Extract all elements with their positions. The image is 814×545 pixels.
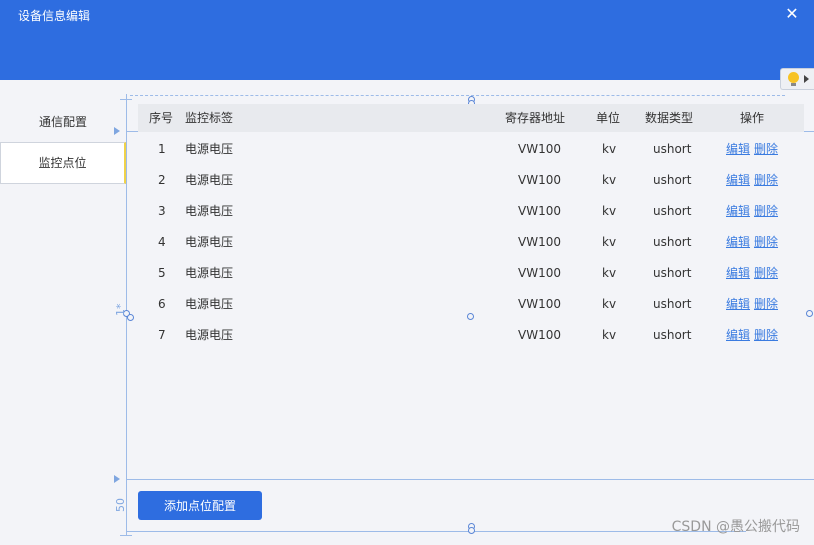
add-point-config-button[interactable]: 添加点位配置 — [138, 491, 262, 520]
cell-label: 电源电压 — [185, 266, 234, 280]
guide-tick-bottom — [120, 535, 132, 536]
delete-link[interactable]: 删除 — [754, 289, 778, 320]
resize-handle-right[interactable] — [806, 310, 813, 317]
table-row: 7 电源电压 VW100 kv ushort 编辑 删除 — [138, 320, 804, 351]
lightbulb-hint-button[interactable] — [780, 68, 814, 90]
lightbulb-base — [791, 83, 796, 86]
cell-address: VW100 — [518, 142, 561, 156]
cell-label: 电源电压 — [185, 204, 234, 218]
cell-address: VW100 — [518, 328, 561, 342]
cell-type: ushort — [653, 266, 692, 280]
cell-address: VW100 — [518, 173, 561, 187]
delete-link[interactable]: 删除 — [754, 134, 778, 165]
table-row: 5 电源电压 VW100 kv ushort 编辑 删除 — [138, 258, 804, 289]
table-row: 1 电源电压 VW100 kv ushort 编辑 删除 — [138, 134, 804, 165]
cell-address: VW100 — [518, 204, 561, 218]
cell-index: 2 — [158, 173, 166, 187]
edit-link[interactable]: 编辑 — [726, 134, 750, 165]
guide-line-bottom — [126, 479, 814, 480]
guide-line-top-dashed — [130, 95, 785, 96]
edit-link[interactable]: 编辑 — [726, 165, 750, 196]
cell-unit: kv — [602, 297, 617, 311]
edit-link[interactable]: 编辑 — [726, 289, 750, 320]
delete-link[interactable]: 删除 — [754, 165, 778, 196]
table-row: 6 电源电压 VW100 kv ushort 编辑 删除 — [138, 289, 804, 320]
cell-index: 5 — [158, 266, 166, 280]
cell-address: VW100 — [518, 297, 561, 311]
cell-index: 7 — [158, 328, 166, 342]
column-header-index: 序号 — [149, 111, 174, 125]
cell-unit: kv — [602, 266, 617, 280]
cell-address: VW100 — [518, 235, 561, 249]
tab-communication-config[interactable]: 通信配置 — [0, 102, 126, 142]
delete-link[interactable]: 删除 — [754, 258, 778, 289]
watermark: CSDN @愚公搬代码 — [671, 519, 800, 535]
edit-link[interactable]: 编辑 — [726, 320, 750, 351]
cell-unit: kv — [602, 204, 617, 218]
ruler-label-fifty: 50 — [114, 498, 127, 512]
column-header-actions: 操作 — [740, 111, 765, 125]
edit-link[interactable]: 编辑 — [726, 227, 750, 258]
cell-label: 电源电压 — [185, 297, 234, 311]
cell-label: 电源电压 — [185, 142, 234, 156]
cell-unit: kv — [602, 328, 617, 342]
cell-type: ushort — [653, 235, 692, 249]
table-row: 3 电源电压 VW100 kv ushort 编辑 删除 — [138, 196, 804, 227]
cell-address: VW100 — [518, 266, 561, 280]
table-row: 4 电源电压 VW100 kv ushort 编辑 删除 — [138, 227, 804, 258]
cell-type: ushort — [653, 204, 692, 218]
cell-index: 4 — [158, 235, 166, 249]
cell-type: ushort — [653, 142, 692, 156]
lightbulb-icon — [788, 72, 799, 83]
cell-label: 电源电压 — [185, 173, 234, 187]
close-icon[interactable]: ✕ — [784, 4, 800, 24]
edit-link[interactable]: 编辑 — [726, 196, 750, 227]
cell-type: ushort — [653, 173, 692, 187]
cell-index: 3 — [158, 204, 166, 218]
cell-unit: kv — [602, 142, 617, 156]
tab-monitor-points[interactable]: 监控点位 — [0, 142, 126, 184]
guide-line-footer — [126, 531, 746, 532]
guide-marker-top — [114, 127, 120, 135]
table-header: 序号 监控标签 寄存器地址 单位 数据类型 操作 — [138, 104, 804, 132]
resize-handle-bottom-2[interactable] — [468, 527, 475, 534]
cell-label: 电源电压 — [185, 235, 234, 249]
column-header-label: 监控标签 — [185, 111, 234, 125]
cell-index: 6 — [158, 297, 166, 311]
delete-link[interactable]: 删除 — [754, 227, 778, 258]
dialog-titlebar: 设备信息编辑 ✕ — [0, 0, 814, 80]
column-header-unit: 单位 — [596, 111, 621, 125]
expand-arrow-icon — [804, 75, 809, 83]
resize-handle-left-2[interactable] — [127, 314, 134, 321]
dialog-title: 设备信息编辑 — [18, 9, 91, 23]
cell-type: ushort — [653, 328, 692, 342]
cell-index: 1 — [158, 142, 166, 156]
table-row: 2 电源电压 VW100 kv ushort 编辑 删除 — [138, 165, 804, 196]
cell-type: ushort — [653, 297, 692, 311]
delete-link[interactable]: 删除 — [754, 196, 778, 227]
guide-marker-bottom — [114, 475, 120, 483]
guide-tick-top — [120, 99, 132, 100]
column-header-type: 数据类型 — [645, 111, 694, 125]
edit-link[interactable]: 编辑 — [726, 258, 750, 289]
ruler-label-star: 1* — [114, 303, 127, 317]
delete-link[interactable]: 删除 — [754, 320, 778, 351]
cell-label: 电源电压 — [185, 328, 234, 342]
cell-unit: kv — [602, 173, 617, 187]
cell-unit: kv — [602, 235, 617, 249]
column-header-address: 寄存器地址 — [505, 111, 566, 125]
